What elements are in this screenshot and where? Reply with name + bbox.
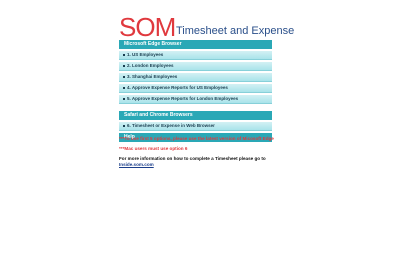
menu-item-label: 6. Timesheet or Expense in Web Browser — [127, 123, 215, 128]
section-header-safari-chrome: Safari and Chrome Browsers — [119, 111, 272, 120]
edge-requirement-note: ***To use first 5 options, please use th… — [119, 136, 274, 141]
menu-item-approve-london-expenses[interactable]: 5. Approve Expense Reports for London Em… — [119, 95, 272, 104]
bullet-icon — [123, 76, 125, 78]
som-logo: SOM — [119, 12, 176, 42]
bullet-icon — [123, 98, 125, 100]
main-menu: Microsoft Edge Browser 1. US Employees 2… — [119, 40, 272, 144]
menu-item-approve-us-expenses[interactable]: 4. Approve Expense Reports for US Employ… — [119, 84, 272, 93]
menu-item-web-browser[interactable]: 6. Timesheet or Expense in Web Browser — [119, 122, 272, 131]
menu-item-us-employees[interactable]: 1. US Employees — [119, 51, 272, 60]
notes-panel: ***To use first 5 options, please use th… — [119, 136, 279, 167]
menu-item-label: 4. Approve Expense Reports for US Employ… — [127, 85, 228, 90]
inside-som-link[interactable]: Inside.som.com — [119, 162, 154, 167]
bullet-icon — [123, 65, 125, 67]
menu-item-label: 1. US Employees — [127, 52, 164, 57]
info-note-text: For more information on how to complete … — [119, 156, 266, 162]
menu-item-label: 5. Approve Expense Reports for London Em… — [127, 96, 239, 101]
app-title: Timesheet and Expense — [176, 25, 295, 37]
menu-item-label: 3. Shanghai Employees — [127, 74, 178, 79]
info-note: For more information on how to complete … — [119, 156, 279, 167]
bullet-icon — [123, 125, 125, 127]
mac-users-note: ***Mac users must use option 6 — [119, 145, 188, 151]
bullet-icon — [123, 54, 125, 56]
menu-item-shanghai-employees[interactable]: 3. Shanghai Employees — [119, 73, 272, 82]
section-header-edge: Microsoft Edge Browser — [119, 40, 272, 49]
menu-item-london-employees[interactable]: 2. London Employees — [119, 62, 272, 71]
bullet-icon — [123, 87, 125, 89]
menu-item-label: 2. London Employees — [127, 63, 174, 68]
